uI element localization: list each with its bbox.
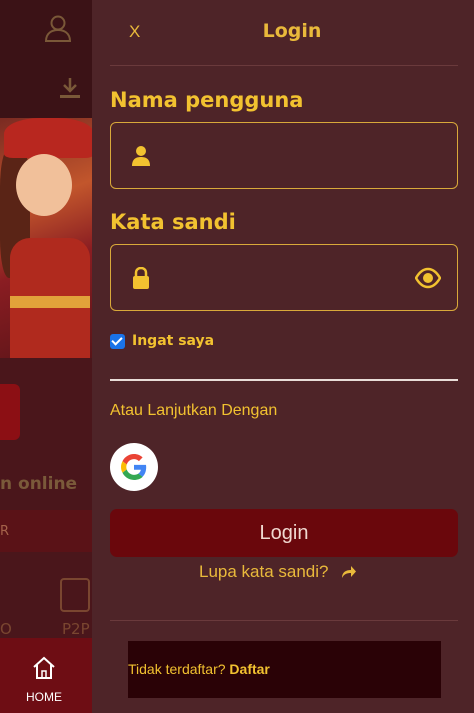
lock-icon [133,267,149,289]
password-label: Kata sandi [110,210,236,234]
drawer-title: Login [262,20,322,42]
header-bar [0,0,92,118]
divider [110,379,458,381]
info-strip: R [0,510,92,552]
bottom-nav-home[interactable]: HOME [0,638,92,713]
remember-me-label: Ingat saya [132,333,215,349]
share-arrow-icon [341,566,356,578]
home-icon [33,656,55,679]
eye-icon[interactable] [415,267,441,289]
game-categories: O P2P [0,578,92,638]
username-input[interactable] [167,123,407,188]
google-icon [121,454,147,480]
forgot-password-link[interactable]: Lupa kata sandi? [199,562,357,582]
user-icon [132,146,150,166]
password-field-wrapper[interactable] [110,244,458,311]
password-input[interactable] [167,245,407,310]
divider [110,620,458,621]
remember-me[interactable]: Ingat saya [110,333,214,349]
google-login-button[interactable] [110,443,158,491]
divider [110,65,458,66]
online-label: n online [0,474,78,494]
login-button[interactable]: Login [110,509,458,557]
register-prompt: Tidak terdaftar? [128,661,226,677]
remember-me-checkbox[interactable] [110,333,125,349]
close-button[interactable]: X [129,22,140,42]
game-category-p2p-label: P2P [62,620,90,638]
username-field-wrapper[interactable] [110,122,458,189]
game-category-label: O [0,620,12,638]
home-label: HOME [26,690,62,704]
login-drawer: Login X Nama pengguna Kata sandi Ingat s… [92,0,474,713]
register-box: Tidak terdaftar? Daftar [128,641,441,698]
forgot-password-label: Lupa kata sandi? [199,562,329,581]
cards-icon[interactable] [60,578,90,612]
download-icon[interactable] [58,76,82,100]
banner-button[interactable] [0,384,20,440]
username-label: Nama pengguna [110,88,304,112]
alt-login-label: Atau Lanjutkan Dengan [110,402,278,419]
register-link[interactable]: Daftar [229,661,269,677]
profile-icon[interactable] [42,12,74,44]
promo-banner[interactable] [0,118,92,358]
